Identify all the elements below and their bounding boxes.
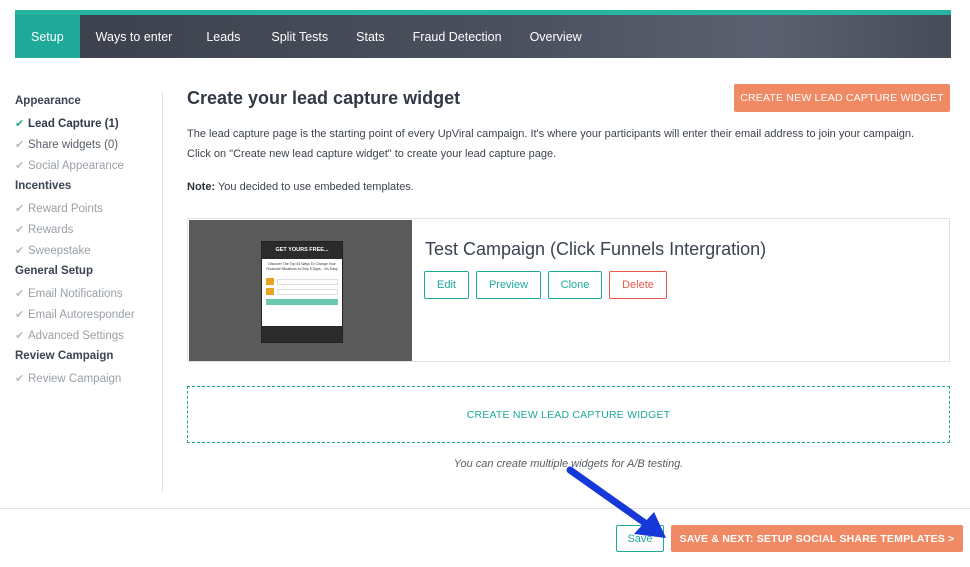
check-icon: ✔	[15, 288, 25, 300]
annotation-arrow-icon	[566, 466, 666, 538]
thumbnail-text: Discover The Top #3 Ways To Change Your …	[266, 262, 338, 271]
thumbnail-input	[277, 288, 338, 295]
sidebar-item-email-autoresponder[interactable]: ✔ Email Autoresponder	[15, 304, 162, 325]
sidebar-item-review-campaign[interactable]: ✔ Review Campaign	[15, 368, 162, 389]
tab-leads[interactable]: Leads	[186, 15, 257, 58]
sidebar-group-review-campaign: Review Campaign ✔ Review Campaign	[15, 350, 162, 389]
sidebar-item-sweepstake[interactable]: ✔ Sweepstake	[15, 240, 162, 261]
note-label: Note:	[187, 181, 216, 193]
tab-setup[interactable]: Setup	[15, 15, 80, 58]
sidebar-item-share-widgets[interactable]: ✔ Share widgets (0)	[15, 134, 162, 155]
clone-button[interactable]: Clone	[548, 271, 602, 299]
check-icon: ✔	[15, 309, 25, 321]
user-icon	[266, 278, 274, 285]
thumbnail-field	[266, 288, 338, 295]
note-text: Note: You decided to use embeded templat…	[187, 181, 414, 193]
thumbnail-input	[277, 278, 338, 285]
sidebar-item-label: Email Autoresponder	[28, 308, 135, 321]
check-icon: ✔	[15, 139, 25, 151]
page-title: Create your lead capture widget	[187, 88, 461, 108]
campaign-title: Test Campaign (Click Funnels Intergratio…	[425, 239, 767, 259]
sidebar-group-incentives: Incentives ✔ Reward Points ✔ Rewards ✔ S…	[15, 180, 162, 261]
sidebar-item-label: Sweepstake	[28, 244, 91, 257]
footer-divider	[0, 508, 970, 509]
save-next-button[interactable]: SAVE & NEXT: SETUP SOCIAL SHARE TEMPLATE…	[671, 525, 963, 552]
thumbnail-header: GET YOURS FREE...	[262, 242, 342, 259]
sidebar-item-lead-capture[interactable]: ✔ Lead Capture (1)	[15, 113, 162, 134]
sidebar-item-reward-points[interactable]: ✔ Reward Points	[15, 198, 162, 219]
check-icon: ✔	[15, 224, 25, 236]
sidebar-item-advanced-settings[interactable]: ✔ Advanced Settings	[15, 325, 162, 346]
check-icon: ✔	[15, 373, 25, 385]
sidebar-item-label: Email Notifications	[28, 287, 123, 300]
thumbnail-submit	[266, 299, 338, 305]
sidebar-heading: Incentives	[15, 180, 72, 192]
thumbnail-preview: GET YOURS FREE... Discover The Top #3 Wa…	[261, 241, 343, 343]
tab-fraud-detection[interactable]: Fraud Detection	[399, 15, 516, 58]
note-body: You decided to use embeded templates.	[215, 181, 414, 193]
top-nav: Setup Ways to enter Leads Split Tests St…	[15, 10, 951, 58]
sidebar-item-label: Reward Points	[28, 202, 103, 215]
tab-stats[interactable]: Stats	[342, 15, 399, 58]
sidebar-group-appearance: Appearance ✔ Lead Capture (1) ✔ Share wi…	[15, 95, 162, 176]
thumbnail-footer	[262, 326, 342, 342]
widget-thumbnail[interactable]: GET YOURS FREE... Discover The Top #3 Wa…	[189, 220, 412, 361]
thumbnail-field	[266, 278, 338, 285]
delete-button[interactable]: Delete	[609, 271, 667, 299]
create-widget-button[interactable]: CREATE NEW LEAD CAPTURE WIDGET	[734, 84, 950, 112]
edit-button[interactable]: Edit	[424, 271, 469, 299]
check-icon: ✔	[15, 160, 25, 172]
tab-ways-to-enter[interactable]: Ways to enter	[80, 15, 187, 58]
create-widget-dashed-button[interactable]: CREATE NEW LEAD CAPTURE WIDGET	[187, 386, 950, 443]
tab-split-tests[interactable]: Split Tests	[257, 15, 342, 58]
sidebar: Appearance ✔ Lead Capture (1) ✔ Share wi…	[15, 92, 163, 492]
mail-icon	[266, 288, 274, 295]
sidebar-item-label: Lead Capture (1)	[28, 117, 119, 130]
check-icon: ✔	[15, 245, 25, 257]
sidebar-item-social-appearance[interactable]: ✔ Social Appearance	[15, 155, 162, 176]
sidebar-item-label: Rewards	[28, 223, 74, 236]
widget-actions: Edit Preview Clone Delete	[424, 271, 667, 299]
widget-card: GET YOURS FREE... Discover The Top #3 Wa…	[187, 218, 950, 362]
sidebar-item-email-notifications[interactable]: ✔ Email Notifications	[15, 283, 162, 304]
sidebar-item-label: Advanced Settings	[28, 329, 124, 342]
sidebar-item-label: Social Appearance	[28, 159, 124, 172]
check-icon: ✔	[15, 203, 25, 215]
sidebar-group-general-setup: General Setup ✔ Email Notifications ✔ Em…	[15, 265, 162, 346]
sidebar-heading: Review Campaign	[15, 350, 114, 362]
sidebar-item-rewards[interactable]: ✔ Rewards	[15, 219, 162, 240]
sidebar-item-label: Share widgets (0)	[28, 138, 119, 151]
sidebar-heading: Appearance	[15, 95, 81, 107]
preview-button[interactable]: Preview	[476, 271, 541, 299]
check-icon: ✔	[15, 330, 25, 342]
sidebar-item-label: Review Campaign	[28, 372, 122, 385]
check-icon: ✔	[15, 118, 25, 130]
sidebar-heading: General Setup	[15, 265, 93, 277]
page-description: The lead capture page is the starting po…	[187, 128, 915, 160]
tab-overview[interactable]: Overview	[516, 15, 596, 58]
